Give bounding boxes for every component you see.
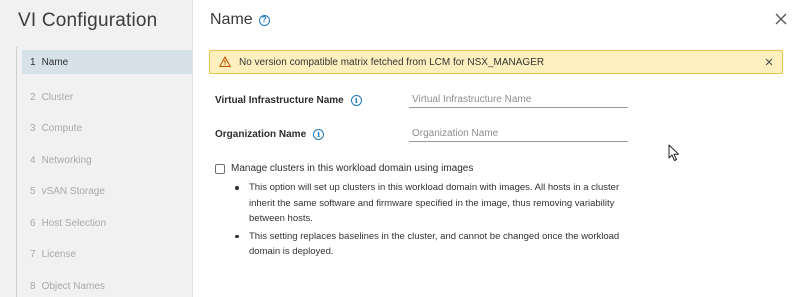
org-name-label: Organization Name i xyxy=(215,129,325,140)
help-circle-icon[interactable]: ? xyxy=(258,14,270,26)
step-rail xyxy=(16,47,17,297)
step-networking[interactable]: 4 Networking xyxy=(22,145,192,177)
manage-images-label: Manage clusters in this workload domain … xyxy=(231,163,474,174)
step-number: 6 xyxy=(30,217,36,229)
manage-images-notes: This option will set up clusters in this… xyxy=(231,180,631,262)
wizard-sidebar: VI Configuration 1 Name 2 Cluster 3 Comp… xyxy=(0,0,193,297)
warning-alert: No version compatible matrix fetched fro… xyxy=(209,50,783,74)
step-number: 3 xyxy=(30,123,36,135)
step-label: Name xyxy=(41,56,69,68)
close-icon[interactable] xyxy=(774,12,788,26)
manage-images-checkbox[interactable] xyxy=(215,163,225,174)
alert-close-icon[interactable] xyxy=(764,57,774,67)
info-icon[interactable]: i xyxy=(313,129,325,140)
step-label: vSAN Storage xyxy=(41,186,105,198)
org-name-input[interactable] xyxy=(409,126,628,142)
manage-images-option[interactable]: Manage clusters in this workload domain … xyxy=(215,163,473,174)
wizard-title: VI Configuration xyxy=(18,10,158,31)
warning-icon xyxy=(219,56,231,68)
vi-name-label-text: Virtual Infrastructure Name xyxy=(215,95,344,106)
step-object-names[interactable]: 8 Object Names xyxy=(22,271,192,297)
step-compute[interactable]: 3 Compute xyxy=(22,113,192,145)
step-cluster[interactable]: 2 Cluster xyxy=(22,82,192,114)
org-name-label-text: Organization Name xyxy=(215,129,307,140)
step-number: 7 xyxy=(30,249,36,261)
list-item: This setting replaces baselines in the c… xyxy=(231,229,631,260)
step-label: Cluster xyxy=(41,91,74,103)
page-title-text: Name xyxy=(210,11,253,28)
step-license[interactable]: 7 License xyxy=(22,239,192,271)
list-item: This option will set up clusters in this… xyxy=(231,180,631,227)
step-host-selection[interactable]: 6 Host Selection xyxy=(22,208,192,240)
step-label: Object Names xyxy=(41,280,105,292)
step-number: 2 xyxy=(30,91,36,103)
step-label: Compute xyxy=(41,123,83,135)
mouse-pointer-icon xyxy=(668,144,679,161)
vi-name-label: Virtual Infrastructure Name i xyxy=(215,95,362,106)
wizard-steps: 1 Name 2 Cluster 3 Compute 4 Networking … xyxy=(22,50,192,297)
step-number: 8 xyxy=(30,280,36,292)
main-panel: Name ? No version compatible matrix fetc… xyxy=(193,0,798,297)
step-label: License xyxy=(41,249,77,261)
step-vsan-storage[interactable]: 5 vSAN Storage xyxy=(22,176,192,208)
step-number: 5 xyxy=(30,186,36,198)
step-label: Networking xyxy=(41,154,92,166)
step-number: 1 xyxy=(30,56,36,68)
step-label: Host Selection xyxy=(41,217,107,229)
step-name[interactable]: 1 Name xyxy=(22,50,192,74)
vi-name-input[interactable] xyxy=(409,92,628,108)
info-icon[interactable]: i xyxy=(350,95,362,106)
page-title: Name ? xyxy=(210,11,270,29)
alert-message: No version compatible matrix fetched fro… xyxy=(239,56,545,68)
step-number: 4 xyxy=(30,154,36,166)
